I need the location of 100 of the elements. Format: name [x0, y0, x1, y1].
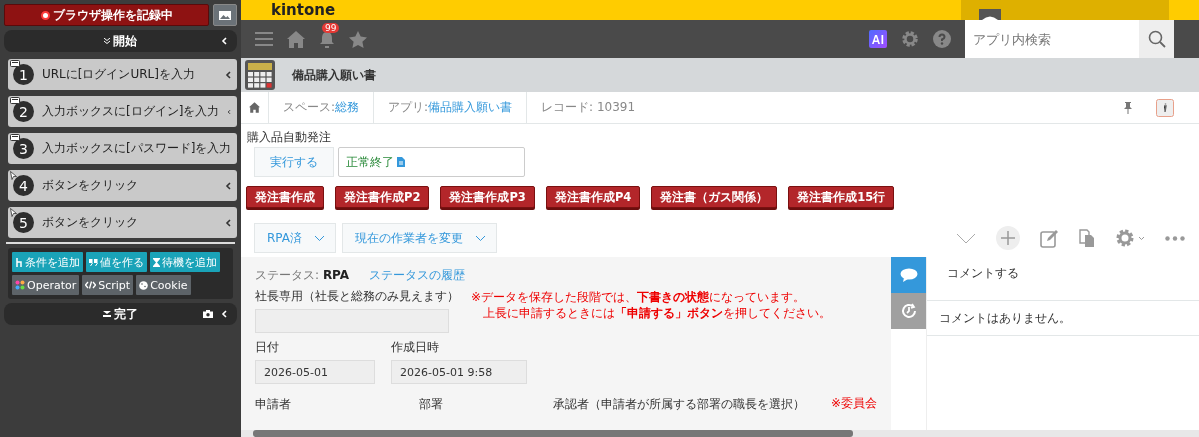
process-label: 購入品自動発注: [247, 130, 332, 144]
comment-field[interactable]: コメントする: [927, 257, 1199, 301]
finish-bar[interactable]: 完了: [4, 303, 237, 325]
step-item[interactable]: 2 入力ボックスに[ログイン]を入力: [8, 96, 237, 127]
field-label: 社長専用（社長と総務のみ見えます）: [255, 289, 459, 303]
pin-icon[interactable]: [1124, 101, 1132, 114]
calculator-icon[interactable]: [244, 59, 276, 91]
avatar-icon[interactable]: [979, 9, 1001, 20]
home-icon[interactable]: [249, 102, 260, 113]
order-button[interactable]: 発注書作成P4: [545, 186, 641, 208]
chevron-down-icon[interactable]: [956, 232, 976, 244]
step-number: 5: [13, 212, 34, 233]
step-label: URLに[ログインURL]を入力: [42, 66, 196, 83]
input-field[interactable]: [255, 309, 449, 333]
home-icon[interactable]: [287, 30, 305, 48]
result-text: 正常終了: [346, 153, 394, 171]
bell-icon[interactable]: [319, 30, 335, 48]
edit-icon[interactable]: [1040, 228, 1059, 248]
scrollbar-thumb[interactable]: [253, 430, 853, 437]
chevron-left-icon[interactable]: [225, 218, 231, 227]
finish-label: 完了: [103, 305, 138, 323]
order-button[interactable]: 発注書作成P3: [440, 186, 535, 208]
step-item[interactable]: 4 ボタンをクリック: [8, 170, 237, 201]
step-item[interactable]: 1 URLに[ログインURL]を入力: [8, 59, 237, 90]
step-label: 入力ボックスに[パスワード]を入力: [42, 140, 232, 157]
search-button[interactable]: [1139, 20, 1174, 58]
ai-icon[interactable]: [869, 30, 887, 48]
code-icon: [85, 281, 97, 289]
order-button[interactable]: 発注書作成P2: [335, 186, 430, 208]
notice-text: ※データを保存した段階では、下書きの状態になっています。: [471, 289, 807, 305]
order-button[interactable]: 発注書（ガス関係）: [651, 186, 778, 208]
step-number: 3: [13, 138, 34, 159]
step-label: ボタンをクリック: [42, 214, 139, 231]
order-button[interactable]: 発注書作成15行: [788, 186, 895, 208]
tool-button[interactable]: Operator: [12, 275, 80, 295]
settings-icon[interactable]: [1115, 228, 1145, 248]
chevron-left-icon[interactable]: [225, 70, 231, 79]
step-number: 2: [13, 101, 34, 122]
notification-badge: 99: [322, 22, 340, 33]
speech-bubble-icon: [899, 268, 918, 282]
history-tab[interactable]: [891, 293, 926, 329]
date-field[interactable]: 2026-05-01 9:58: [391, 360, 527, 384]
search-field[interactable]: アプリ内検索: [965, 20, 1139, 58]
step-item[interactable]: 3 入力ボックスに[パスワード]を入力: [8, 133, 237, 164]
start-label: 開始: [104, 32, 137, 50]
field-label: 作成日時: [391, 340, 440, 354]
step-label: 入力ボックスに[ログイン]を入力: [42, 103, 220, 120]
image-button[interactable]: [213, 4, 237, 26]
double-chevron-icon: [104, 38, 110, 44]
tool-button[interactable]: Cookie: [136, 275, 191, 295]
pointer-icon: [10, 171, 17, 180]
keyboard-icon: [10, 60, 20, 67]
field-label: 申請者: [255, 396, 292, 411]
image-icon: [219, 10, 231, 20]
tool-button[interactable]: Script: [82, 275, 134, 295]
step-number: 4: [13, 175, 34, 196]
breadcrumb-link[interactable]: 総務: [335, 99, 360, 116]
breadcrumb-item[interactable]: アプリ:備品購入願い書: [373, 91, 527, 124]
add-icon[interactable]: [996, 226, 1020, 250]
info-icon[interactable]: [1156, 98, 1174, 117]
finish-icon: [103, 311, 111, 317]
help-icon[interactable]: [933, 30, 951, 48]
pointer-icon: [10, 208, 17, 217]
record-button[interactable]: ブラウザ操作を記録中: [4, 4, 209, 26]
step-item[interactable]: 5 ボタンをクリック: [8, 207, 237, 238]
branch-icon: [15, 257, 23, 267]
breadcrumb-item: レコード: 10391: [526, 91, 650, 124]
chevron-down-icon: [314, 234, 325, 242]
notice-text: 上長に申請するときには「申請する」ボタンを押してください。: [482, 305, 831, 321]
settings-icon[interactable]: [901, 30, 919, 48]
copy-icon[interactable]: [1079, 228, 1095, 248]
start-bar[interactable]: 開始: [4, 30, 237, 52]
camera-icon[interactable]: [203, 310, 213, 318]
chevron-left-icon[interactable]: [225, 181, 231, 190]
order-button[interactable]: 発注書作成: [246, 186, 324, 208]
app-title: 備品購入願い書: [292, 66, 376, 84]
status-text: ステータス: RPA: [255, 267, 350, 284]
search-icon: [1147, 30, 1166, 48]
committee-note: ※委員会: [830, 395, 877, 412]
menu-icon[interactable]: [255, 32, 273, 46]
breadcrumb-item[interactable]: スペース:総務: [268, 91, 374, 124]
field-label: 日付: [255, 340, 280, 354]
step-number: 1: [13, 64, 34, 85]
more-icon[interactable]: [1165, 235, 1185, 241]
history-icon: [899, 302, 918, 320]
step-label: ボタンをクリック: [42, 177, 139, 194]
hourglass-icon: [153, 257, 160, 267]
dots-icon: [15, 280, 25, 290]
date-field[interactable]: 2026-05-01: [255, 360, 375, 384]
field-label: 承認者（申請者が所属する部署の職長を選択）: [553, 396, 807, 411]
chevron-down-icon: [475, 234, 486, 242]
keyboard-icon: [10, 97, 20, 104]
logo[interactable]: kintone: [271, 1, 336, 19]
keyboard-icon: [10, 134, 20, 141]
breadcrumb-link[interactable]: 備品購入願い書: [428, 99, 513, 116]
comment-tab[interactable]: [891, 257, 926, 293]
cookie-icon: [139, 280, 149, 290]
star-icon[interactable]: [349, 30, 367, 48]
document-icon[interactable]: [397, 157, 405, 167]
empty-comments-text: コメントはありません。: [927, 301, 1199, 336]
